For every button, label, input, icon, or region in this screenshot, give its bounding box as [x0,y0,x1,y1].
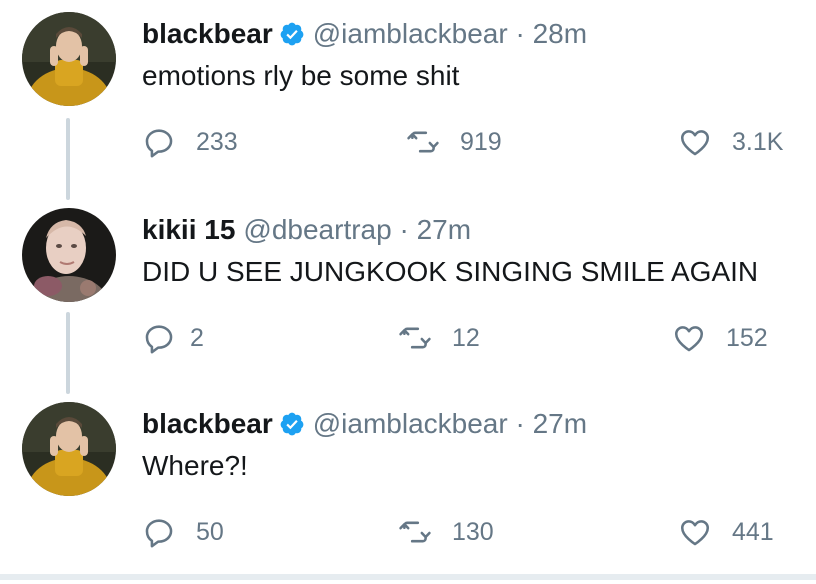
retweet-icon [406,125,440,159]
retweet-count: 919 [460,127,502,156]
timestamp[interactable]: 28m [533,18,587,49]
tweet-text: Where?! [142,450,248,481]
retweet-count: 12 [452,323,480,352]
tweet[interactable]: blackbear @iamblackbear · 28m emotions rl… [0,0,816,194]
tweet-actions: 50 130 441 [0,512,816,552]
display-name[interactable]: blackbear [142,18,273,49]
tweet[interactable]: kikii 15 @dbeartrap · 27m DID U SEE JUNGK… [0,196,816,390]
separator-dot: · [515,408,525,439]
tweet-text: DID U SEE JUNGKOOK SINGING SMILE AGAIN [142,256,759,287]
reply-count: 2 [190,323,204,352]
avatar[interactable] [22,208,116,302]
retweet-button[interactable]: 12 [398,318,480,358]
tweet-actions: 2 12 152 [0,318,816,358]
retweet-icon [398,321,432,355]
retweet-icon [398,515,432,549]
like-button[interactable]: 152 [672,318,768,358]
heart-icon [678,515,712,549]
reply-button[interactable]: 2 [142,318,204,358]
display-name[interactable]: blackbear [142,408,273,439]
tweet-text: emotions rly be some shit [142,60,460,91]
reply-icon [142,515,176,549]
avatar[interactable] [22,402,116,496]
verified-badge-icon [279,20,305,46]
like-button[interactable]: 441 [678,512,774,552]
timestamp[interactable]: 27m [533,408,587,439]
tweet[interactable]: blackbear @iamblackbear · 27m Where?! 50 … [0,390,816,584]
like-count: 3.1K [732,127,784,156]
reply-icon [142,321,176,355]
timestamp[interactable]: 27m [417,214,471,245]
retweet-button[interactable]: 130 [398,512,494,552]
heart-icon [678,125,712,159]
like-count: 441 [732,517,774,546]
reply-count: 233 [196,127,238,156]
retweet-count: 130 [452,517,494,546]
bottom-divider [0,574,816,580]
heart-icon [672,321,706,355]
tweet-header: kikii 15 @dbeartrap · 27m [142,212,471,248]
tweet-thread: blackbear @iamblackbear · 28m emotions rl… [0,0,816,580]
reply-button[interactable]: 50 [142,512,224,552]
tweet-actions: 233 919 3.1K [0,122,816,162]
tweet-header: blackbear @iamblackbear · 28m [142,16,587,52]
separator-dot: · [399,214,409,245]
separator-dot: · [515,18,525,49]
reply-button[interactable]: 233 [142,122,238,162]
display-name[interactable]: kikii 15 [142,214,235,245]
retweet-button[interactable]: 919 [406,122,502,162]
avatar[interactable] [22,12,116,106]
reply-count: 50 [196,517,224,546]
verified-badge-icon [279,410,305,436]
user-handle[interactable]: @iamblackbear [313,408,508,439]
like-button[interactable]: 3.1K [678,122,783,162]
user-handle[interactable]: @iamblackbear [313,18,508,49]
tweet-header: blackbear @iamblackbear · 27m [142,406,587,442]
like-count: 152 [726,323,768,352]
user-handle[interactable]: @dbeartrap [243,214,391,245]
reply-icon [142,125,176,159]
